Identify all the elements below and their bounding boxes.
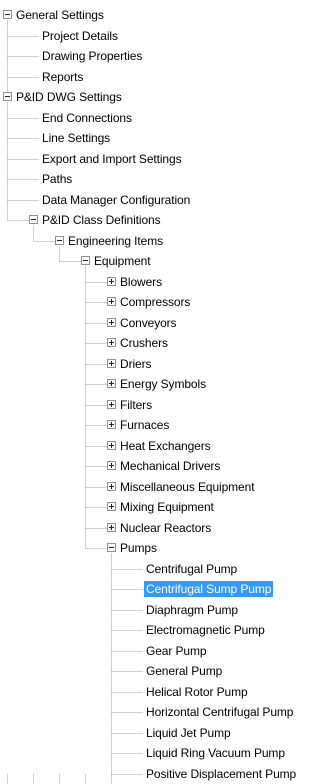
tree-node-label: Centrifugal Pump — [146, 561, 238, 576]
tree-node-label: Positive Displacement Pump — [146, 766, 297, 781]
tree-node[interactable]: Pumps — [0, 538, 326, 558]
tree-node[interactable]: Diaphragm Pump — [0, 600, 326, 620]
tree-node[interactable]: P&ID Class Definitions — [0, 210, 326, 230]
expand-icon[interactable] — [107, 358, 116, 368]
expand-icon[interactable] — [107, 276, 116, 286]
collapse-icon[interactable] — [81, 256, 90, 265]
tree-node-label: Filters — [120, 397, 152, 412]
tree-node[interactable]: Equipment — [0, 251, 326, 271]
tree-node-label: Nuclear Reactors — [120, 520, 212, 535]
expand-icon[interactable] — [107, 440, 116, 450]
tree-node-label: Drawing Properties — [42, 49, 143, 63]
expand-icon[interactable] — [107, 481, 116, 491]
tree-node-label: Equipment — [94, 254, 151, 268]
tree-node-label: Line Settings — [42, 131, 111, 145]
tree-node-label: End Connections — [42, 110, 132, 125]
tree-node[interactable]: Blowers — [0, 272, 326, 292]
tree-node-label: Centrifugal Sump Pump — [144, 581, 274, 597]
tree-node[interactable]: Mixing Equipment — [0, 497, 326, 517]
tree-node-label: Gear Pump — [146, 643, 207, 658]
expand-icon[interactable] — [107, 317, 116, 327]
tree-node-label: Mechanical Drivers — [120, 459, 221, 473]
tree-node-label: Export and Import Settings — [42, 151, 182, 166]
tree-node[interactable]: Filters — [0, 395, 326, 415]
tree-node[interactable]: Liquid Ring Vacuum Pump — [0, 743, 326, 763]
tree-node[interactable]: Furnaces — [0, 415, 326, 435]
tree-node-label: Crushers — [120, 336, 168, 350]
tree-node[interactable]: Data Manager Configuration — [0, 190, 326, 210]
tree-node-label: Electromagnetic Pump — [146, 623, 265, 637]
tree-node[interactable]: Engineering Items — [0, 231, 326, 251]
tree-node[interactable]: Reports — [0, 67, 326, 87]
collapse-icon[interactable] — [3, 92, 12, 101]
tree-node-label: Data Manager Configuration — [42, 192, 191, 207]
tree-node-label: P&ID DWG Settings — [16, 90, 122, 104]
tree-node[interactable]: End Connections — [0, 108, 326, 128]
tree-node[interactable]: P&ID DWG Settings — [0, 87, 326, 107]
tree-node[interactable]: Helical Rotor Pump — [0, 682, 326, 702]
tree-node-label: General Pump — [146, 664, 223, 678]
tree-node[interactable]: Nuclear Reactors — [0, 518, 326, 538]
tree-node[interactable]: Compressors — [0, 292, 326, 312]
tree-node-label: General Settings — [16, 8, 104, 22]
tree-node[interactable]: Line Settings — [0, 128, 326, 148]
tree-node[interactable]: Positive Displacement Pump — [0, 764, 326, 784]
tree-node[interactable]: General Pump — [0, 661, 326, 681]
expand-icon[interactable] — [107, 420, 116, 429]
tree-node-label: Helical Rotor Pump — [146, 684, 248, 699]
tree-node[interactable]: Miscellaneous Equipment — [0, 477, 326, 497]
tree-node[interactable]: Gear Pump — [0, 641, 326, 661]
tree-node-label: Pumps — [120, 541, 157, 555]
tree-node-label: Liquid Jet Pump — [146, 725, 231, 740]
tree-node[interactable]: Crushers — [0, 333, 326, 353]
tree-node-label: Mixing Equipment — [120, 500, 214, 514]
tree-node-label: Blowers — [120, 274, 162, 289]
expand-icon[interactable] — [107, 297, 116, 306]
expand-icon[interactable] — [107, 502, 116, 511]
expand-icon[interactable] — [107, 379, 116, 388]
tree-node-label: P&ID Class Definitions — [42, 213, 161, 227]
tree-node[interactable]: Heat Exchangers — [0, 436, 326, 456]
settings-tree[interactable]: General Settings Project Details Drawing P… — [0, 0, 326, 784]
tree-node-label: Liquid Ring Vacuum Pump — [146, 746, 285, 760]
collapse-icon[interactable] — [29, 215, 38, 224]
tree-node[interactable]: Centrifugal Sump Pump — [0, 579, 326, 599]
tree-node[interactable]: Centrifugal Pump — [0, 559, 326, 579]
collapse-icon[interactable] — [3, 10, 12, 19]
tree-node[interactable]: Electromagnetic Pump — [0, 620, 326, 640]
tree-node[interactable]: Liquid Jet Pump — [0, 723, 326, 743]
tree-node-label: Paths — [42, 172, 73, 186]
tree-node[interactable]: Energy Symbols — [0, 374, 326, 394]
tree-node[interactable]: Mechanical Drivers — [0, 456, 326, 476]
tree-node-label: Driers — [120, 356, 152, 371]
expand-icon[interactable] — [107, 338, 116, 347]
tree-node[interactable]: Conveyors — [0, 313, 326, 333]
tree-node-label: Miscellaneous Equipment — [120, 479, 255, 494]
tree-node[interactable]: Horizontal Centrifugal Pump — [0, 702, 326, 722]
tree-node[interactable]: Paths — [0, 169, 326, 189]
collapse-icon[interactable] — [55, 235, 64, 245]
tree-node-label: Conveyors — [120, 315, 177, 330]
tree-node-label: Project Details — [42, 28, 118, 43]
tree-node-label: Compressors — [120, 295, 191, 309]
expand-icon[interactable] — [107, 399, 116, 409]
tree-node[interactable]: Drawing Properties — [0, 46, 326, 66]
tree-node-label: Engineering Items — [68, 233, 164, 248]
expand-icon[interactable] — [107, 522, 116, 532]
tree-node-label: Horizontal Centrifugal Pump — [146, 705, 294, 719]
tree-node-label: Energy Symbols — [120, 377, 206, 391]
tree-node[interactable]: Export and Import Settings — [0, 149, 326, 169]
tree-node[interactable]: General Settings — [0, 5, 326, 25]
tree-node-label: Heat Exchangers — [120, 438, 211, 453]
tree-node-label: Furnaces — [120, 418, 170, 432]
tree-node[interactable]: Project Details — [0, 26, 326, 46]
tree-node-label: Diaphragm Pump — [146, 602, 238, 617]
tree-node[interactable]: Driers — [0, 354, 326, 374]
expand-icon[interactable] — [107, 461, 116, 470]
collapse-icon[interactable] — [107, 543, 116, 552]
tree-node-label: Reports — [42, 69, 84, 84]
